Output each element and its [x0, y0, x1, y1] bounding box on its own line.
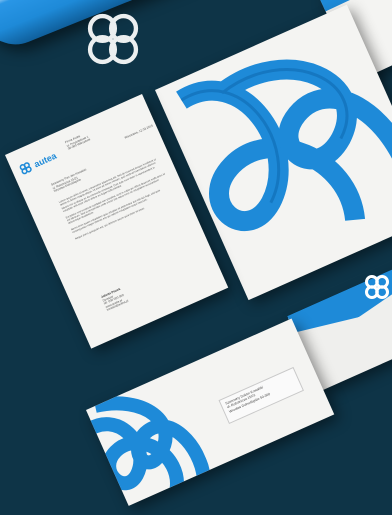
quatrefoil-knot-icon [19, 162, 32, 175]
stationery-mockup-scene: autea Firma Autea ul. Przykladowa 1 00-0… [0, 0, 392, 515]
sender-block: Firma Autea ul. Przykladowa 1 00-000 War… [64, 125, 106, 151]
signature-block: Jolanta Piasek Dyrektor tel. 000 000 000… [100, 272, 163, 313]
brand-name: autea [32, 150, 58, 169]
envelope-logo-icon [362, 272, 392, 302]
letter-body: Lorem ipsum dolor sit amet, consectetur … [58, 157, 177, 244]
window-line: ul. Robotnicza 15/21 [226, 393, 257, 410]
address-window: Szanowny Doktor Kowalski ul. Robotnicza … [218, 366, 304, 425]
envelope-bottom: Szanowny Doktor Kowalski ul. Robotnicza … [86, 318, 335, 506]
tube-logo-icon [78, 8, 148, 70]
letter-date: Warszawa, 12.03.2015 [123, 123, 154, 140]
envelope-knot-icon [86, 396, 211, 492]
letterhead-logo: autea [17, 149, 58, 177]
